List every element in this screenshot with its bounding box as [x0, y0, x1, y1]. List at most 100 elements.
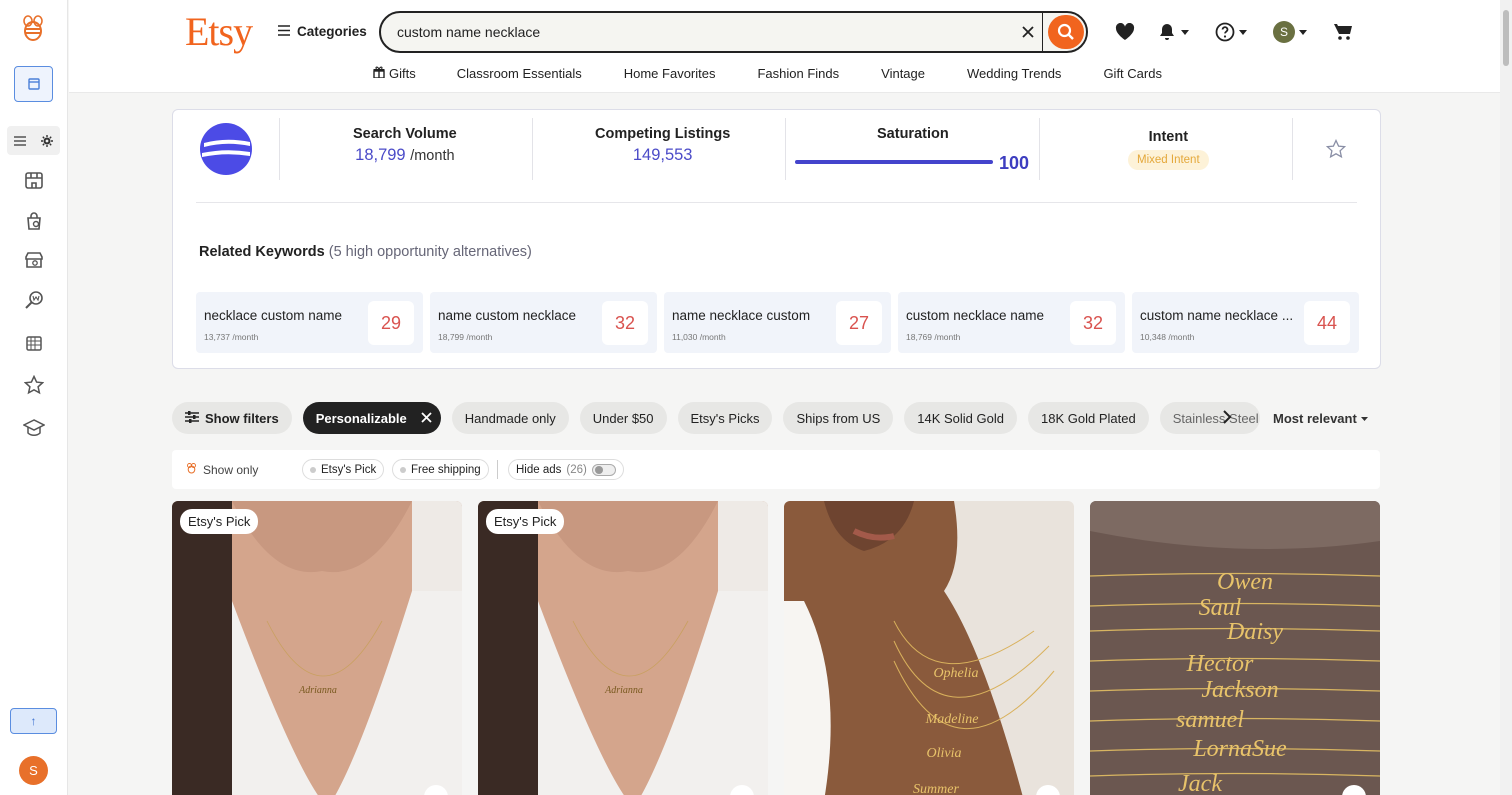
nav-gifts[interactable]: Gifts: [373, 66, 416, 81]
etsys-pick-toggle[interactable]: Etsy's Pick: [302, 459, 385, 480]
search-divider: [1042, 13, 1043, 51]
svg-text:Ophelia: Ophelia: [933, 666, 978, 681]
listing-card[interactable]: Adrianna Etsy's Pick: [478, 501, 768, 795]
extension-sidebar: ↑ S: [0, 0, 68, 795]
etsys-pick-badge: Etsy's Pick: [180, 509, 259, 534]
filter-bar: Show filters Personalizable Handmade onl…: [172, 402, 1260, 434]
keyword-text: necklace custom name: [204, 308, 343, 323]
account-menu[interactable]: S: [1273, 20, 1307, 44]
nav-fashion-finds[interactable]: Fashion Finds: [757, 66, 839, 81]
chip-personalizable[interactable]: Personalizable: [302, 402, 441, 434]
cart-icon[interactable]: [1333, 20, 1353, 44]
user-avatar[interactable]: S: [19, 756, 48, 785]
store-search-icon[interactable]: [14, 243, 54, 277]
keyword-score: 32: [1070, 301, 1116, 345]
keyword-volume: 11,030 /month: [672, 332, 726, 342]
keyword-card[interactable]: name necklace custom 11,030 /month 27: [664, 292, 891, 353]
nav-vintage[interactable]: Vintage: [881, 66, 925, 81]
show-only-text: Show only: [203, 463, 259, 477]
nav-wedding-trends[interactable]: Wedding Trends: [967, 66, 1061, 81]
svg-text:Olivia: Olivia: [927, 746, 962, 761]
scroll-top-button[interactable]: ↑: [10, 708, 57, 734]
keyword-card[interactable]: custom name necklace ... 10,348 /month 44: [1132, 292, 1359, 353]
categories-button[interactable]: Categories: [278, 24, 367, 39]
bee-logo-icon[interactable]: [18, 14, 48, 44]
metric-divider: [532, 118, 533, 180]
chip-label: Free shipping: [411, 463, 481, 476]
keyword-tool-icon[interactable]: [14, 283, 54, 317]
favorites-icon[interactable]: [1115, 20, 1135, 44]
search-bar: [379, 11, 1088, 53]
categories-label: Categories: [297, 24, 367, 39]
metric-divider: [1039, 118, 1040, 180]
panel-toggle-button[interactable]: [14, 66, 53, 102]
chip-handmade-only[interactable]: Handmade only: [451, 402, 569, 434]
keyword-volume: 18,799 /month: [438, 332, 493, 342]
chip-14k-solid-gold[interactable]: 14K Solid Gold: [904, 402, 1017, 434]
keyword-insights-panel: Search Volume 18,799 /month Competing Li…: [172, 109, 1381, 369]
nav-label: Gift Cards: [1103, 66, 1162, 81]
keyword-score: 32: [602, 301, 648, 345]
clear-search-icon[interactable]: [1017, 21, 1039, 43]
etsys-pick-badge: Etsy's Pick: [486, 509, 565, 534]
listing-card[interactable]: Ophelia Madeline Olivia Summer: [784, 501, 1074, 795]
search-input[interactable]: [397, 22, 997, 42]
chevron-down-icon: [1360, 416, 1368, 421]
chip-stainless-steel[interactable]: Stainless Steel: [1159, 402, 1260, 434]
nav-home-favorites[interactable]: Home Favorites: [624, 66, 716, 81]
settings-icon[interactable]: [40, 134, 53, 147]
chip-18k-gold-plated[interactable]: 18K Gold Plated: [1028, 402, 1149, 434]
help-icon[interactable]: [1215, 20, 1247, 44]
metric-divider: [785, 118, 786, 180]
keyword-card[interactable]: custom necklace name 18,769 /month 32: [898, 292, 1125, 353]
category-nav: Gifts Classroom Essentials Home Favorite…: [373, 66, 1204, 81]
nav-label: Gifts: [389, 66, 416, 81]
hide-ads-toggle[interactable]: Hide ads (26): [508, 459, 624, 480]
calendar-icon[interactable]: [14, 326, 54, 360]
metric-divider: [1292, 118, 1293, 180]
academy-icon[interactable]: [14, 411, 54, 445]
dot-icon: [310, 466, 316, 473]
scrollbar-thumb[interactable]: [1503, 10, 1509, 66]
sort-dropdown[interactable]: Most relevant: [1273, 411, 1368, 426]
product-search-icon[interactable]: [14, 204, 54, 238]
keyword-text: name necklace custom: [672, 308, 811, 323]
free-shipping-toggle[interactable]: Free shipping: [392, 459, 489, 480]
divider: [497, 460, 498, 479]
view-switcher: [7, 126, 60, 155]
etsy-logo[interactable]: Etsy: [185, 8, 253, 55]
listing-image: Ophelia Madeline Olivia Summer: [784, 501, 1074, 795]
chevron-right-icon[interactable]: [1222, 410, 1232, 429]
chip-etsys-picks[interactable]: Etsy's Picks: [677, 402, 773, 434]
nav-gift-cards[interactable]: Gift Cards: [1103, 66, 1162, 81]
keyword-card[interactable]: name custom necklace 18,799 /month 32: [430, 292, 657, 353]
keyword-card[interactable]: necklace custom name 13,737 /month 29: [196, 292, 423, 353]
show-filters-button[interactable]: Show filters: [172, 402, 292, 434]
notifications-icon[interactable]: [1157, 20, 1189, 44]
remove-filter-icon[interactable]: [421, 411, 432, 426]
keyword-text: name custom necklace: [438, 308, 577, 323]
shop-icon[interactable]: [14, 163, 54, 197]
saturation-bar: [795, 160, 993, 164]
toggle-switch[interactable]: [591, 463, 616, 476]
chip-label: Etsy's Pick: [321, 463, 377, 476]
competing-listings-metric: Competing Listings 149,553: [595, 126, 730, 165]
chip-under-50[interactable]: Under $50: [579, 402, 667, 434]
page-scrollbar[interactable]: [1500, 0, 1512, 795]
star-icon[interactable]: [14, 368, 54, 402]
favorite-star-icon[interactable]: [1325, 138, 1347, 164]
menu-list-icon[interactable]: [14, 135, 27, 146]
search-submit-button[interactable]: [1048, 15, 1084, 49]
listing-card[interactable]: Adrianna Etsy's Pick: [172, 501, 462, 795]
metric-label: Search Volume: [353, 126, 457, 142]
chip-label: 14K Solid Gold: [917, 410, 1004, 426]
svg-text:Madeline: Madeline: [925, 712, 979, 727]
nav-classroom-essentials[interactable]: Classroom Essentials: [457, 66, 582, 81]
related-title: Related Keywords: [199, 244, 325, 260]
listing-card[interactable]: Owen Saul Daisy Hector Jackson samuel Lo…: [1090, 501, 1380, 795]
show-only-bar: Show only Etsy's Pick Free shipping Hide…: [172, 450, 1380, 489]
chip-label: 18K Gold Plated: [1041, 410, 1136, 426]
svg-text:Saul: Saul: [1199, 595, 1242, 621]
saturation-metric: Saturation: [877, 126, 949, 142]
chip-ships-from-us[interactable]: Ships from US: [783, 402, 894, 434]
